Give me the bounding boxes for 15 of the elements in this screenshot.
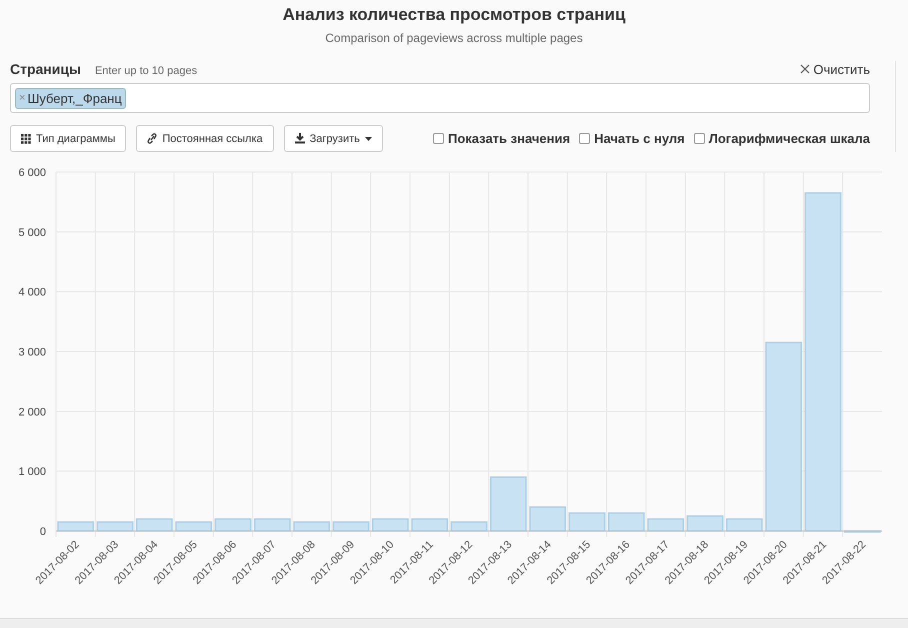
y-tick-label: 0 bbox=[40, 526, 46, 538]
y-tick-label: 2 000 bbox=[18, 406, 46, 418]
option-label: Показать значения bbox=[448, 131, 570, 146]
option-label: Начать с нуля bbox=[594, 131, 685, 146]
page-subtitle: Comparison of pageviews across multiple pages bbox=[325, 31, 583, 45]
y-tick-label: 6 000 bbox=[18, 167, 46, 179]
option-label: Логарифмическая шкала bbox=[708, 131, 870, 146]
tag-text: Шуберт,_Франц bbox=[27, 90, 122, 106]
y-tick-label: 1 000 bbox=[18, 466, 46, 478]
pages-label: Страницы bbox=[10, 61, 81, 77]
y-tick-label: 5 000 bbox=[18, 226, 46, 239]
y-tick-label: 4 000 bbox=[18, 286, 46, 299]
page-title: Анализ количества просмотров страниц bbox=[282, 5, 626, 25]
pages-hint: Enter up to 10 pages bbox=[94, 65, 198, 77]
y-tick-label: 3 000 bbox=[18, 346, 46, 358]
